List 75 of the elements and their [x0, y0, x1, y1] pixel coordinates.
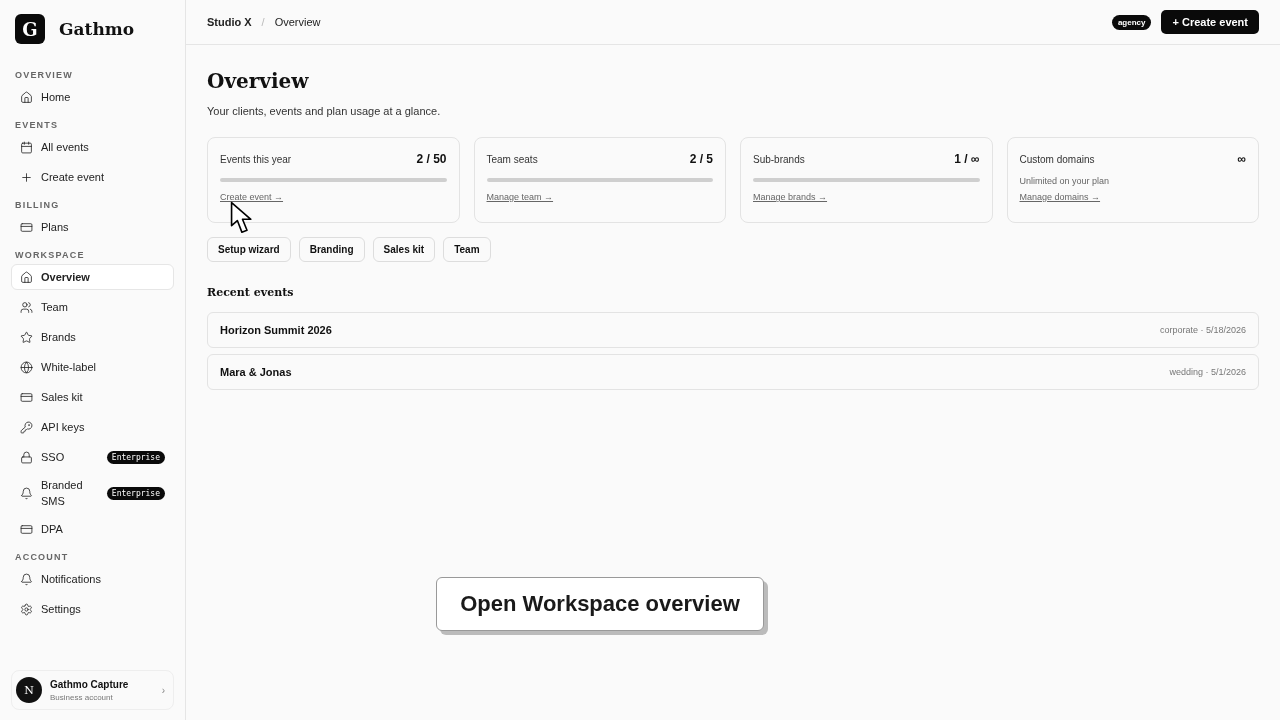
sidebar-item[interactable]: White-label [11, 354, 174, 380]
quick-link-button[interactable]: Setup wizard [207, 237, 291, 262]
section-title: WORKSPACE [14, 250, 86, 260]
card-link[interactable]: Manage team → [486, 192, 554, 202]
stat-note: Unlimited on your plan [1019, 176, 1111, 186]
home-icon [20, 90, 33, 104]
avatar: N [16, 677, 42, 703]
stat-value: 2 / 50 [416, 152, 447, 166]
card-link[interactable]: Manage brands → [753, 192, 828, 202]
sidebar-item[interactable]: SSO Enterprise [11, 444, 174, 470]
stat-value: ∞ [1237, 152, 1246, 166]
sidebar-item[interactable]: API keys [11, 414, 174, 440]
page-title: Overview [207, 69, 310, 93]
event-meta: wedding · 5/1/2026 [1169, 367, 1246, 377]
bell-icon [20, 572, 33, 586]
card-icon [20, 390, 33, 404]
section-title: EVENTS [14, 120, 60, 130]
settings-icon [20, 602, 33, 616]
card-link[interactable]: Create event → [220, 192, 284, 202]
globe-icon [20, 360, 33, 374]
sidebar-item[interactable]: Brands [11, 324, 174, 350]
card-icon [20, 220, 33, 234]
create-event-button[interactable]: + Create event [1161, 10, 1259, 34]
plan-badge: Enterprise [106, 486, 165, 500]
sidebar-item[interactable]: All events [11, 134, 174, 160]
account-card[interactable]: N Gathmo Capture Business account › [11, 670, 174, 710]
quick-link-button[interactable]: Team [443, 237, 491, 262]
account-type: Business account [50, 692, 114, 702]
sidebar-item[interactable]: Home [11, 84, 174, 110]
key-icon [20, 420, 33, 434]
plus-icon [20, 170, 33, 184]
brand-name: Gathmo [59, 19, 135, 39]
sidebar-item[interactable]: Plans [11, 214, 174, 240]
stat-value: 1 / ∞ [954, 152, 980, 166]
breadcrumb-separator: / [261, 16, 265, 28]
sidebar-item[interactable]: Sales kit [11, 384, 174, 410]
section-title: BILLING [14, 200, 61, 210]
card-link[interactable]: Manage domains → [1019, 192, 1101, 202]
event-meta: corporate · 5/18/2026 [1159, 325, 1246, 335]
breadcrumb-item[interactable]: Overview [274, 16, 321, 28]
stat-label: Custom domains [1019, 153, 1095, 165]
sidebar-item[interactable]: Overview [11, 264, 174, 290]
stat-label: Sub-brands [753, 153, 805, 165]
page-subtitle: Your clients, events and plan usage at a glance. [207, 105, 442, 117]
plan-badge: agency [1111, 14, 1152, 30]
chevron-icon: › [161, 684, 165, 696]
quick-link-button[interactable]: Branding [298, 237, 365, 262]
sidebar-item[interactable]: Create event [11, 164, 174, 190]
logo: G [15, 14, 45, 44]
event-name: Horizon Summit 2026 [220, 324, 332, 336]
event-name: Mara & Jonas [220, 366, 292, 378]
stat-label: Team seats [486, 153, 538, 165]
event-row[interactable]: Horizon Summit 2026 corporate · 5/18/2026 [207, 312, 1259, 348]
account-name: Gathmo Capture [50, 678, 130, 690]
stat-label: Events this year [220, 153, 292, 165]
plan-badge: Enterprise [106, 450, 165, 464]
sidebar-item[interactable]: Team [11, 294, 174, 320]
sidebar-item[interactable]: Branded SMS Enterprise [11, 474, 174, 512]
sidebar-item[interactable]: Notifications [11, 566, 174, 592]
quick-link-button[interactable]: Sales kit [372, 237, 436, 262]
bell-icon [20, 486, 33, 500]
calendar-icon [20, 140, 33, 154]
users-icon [20, 300, 33, 314]
sidebar-item[interactable]: DPA [11, 516, 174, 542]
event-row[interactable]: Mara & Jonas wedding · 5/1/2026 [207, 354, 1259, 390]
sidebar-item[interactable]: Settings [11, 596, 174, 622]
star-icon [20, 330, 33, 344]
breadcrumb-item[interactable]: Studio X [207, 16, 252, 28]
card-icon [20, 522, 33, 536]
lock-icon [20, 450, 33, 464]
home-icon [20, 270, 33, 284]
stat-value: 2 / 5 [689, 152, 713, 166]
section-title: OVERVIEW [14, 70, 74, 80]
section-title: ACCOUNT [14, 552, 70, 562]
section-heading: Recent events [207, 286, 295, 299]
